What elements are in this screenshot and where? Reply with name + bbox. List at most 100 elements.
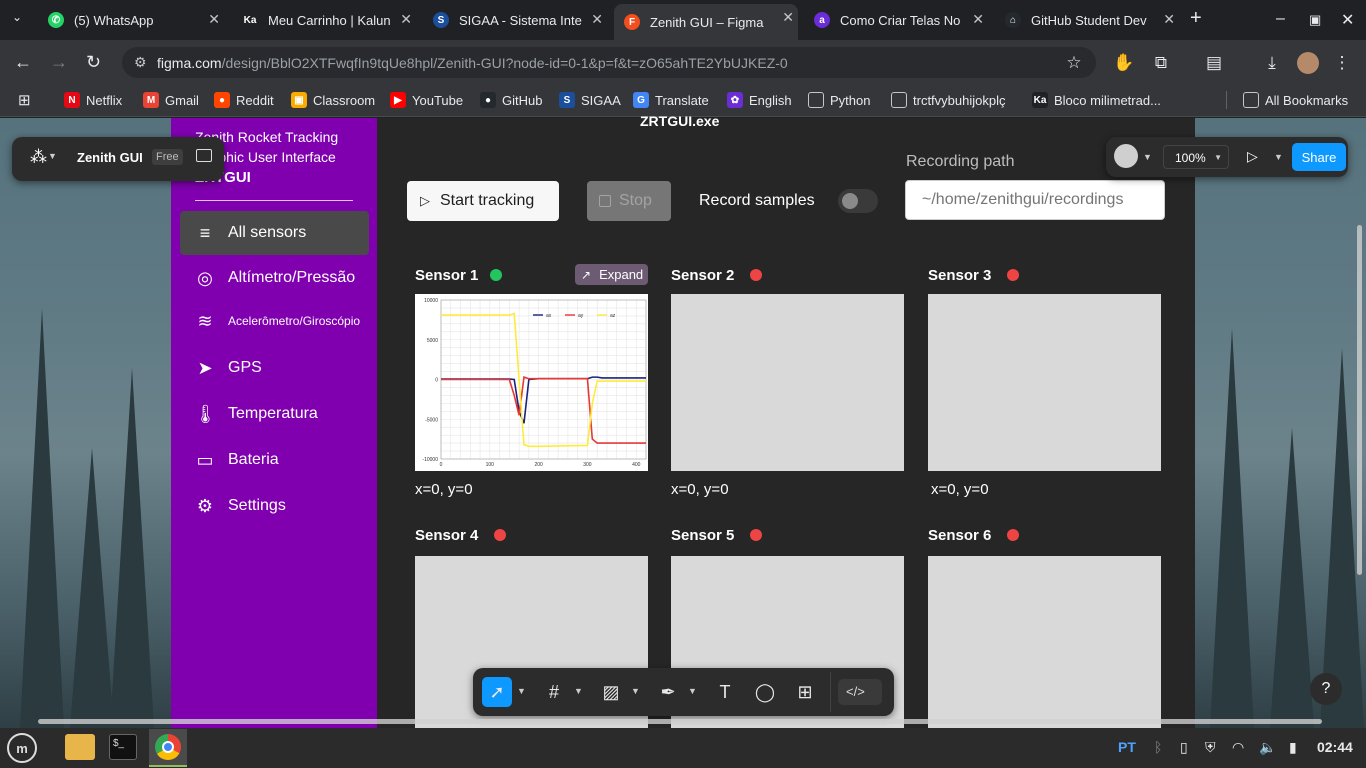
apps-grid-icon[interactable]: ⊞	[18, 91, 31, 109]
sensor-panel[interactable]	[928, 294, 1161, 471]
tab-close-icon[interactable]: ✕	[782, 9, 794, 26]
vertical-scrollbar[interactable]	[1357, 225, 1362, 575]
bookmark-item[interactable]: ✿ English	[727, 92, 792, 108]
recording-path-input[interactable]	[905, 180, 1165, 220]
browser-tab[interactable]: S SIGAA - Sistema Inte ✕	[423, 6, 607, 34]
wifi-icon[interactable]: ◠	[1232, 739, 1244, 756]
text-tool-icon[interactable]: T	[711, 678, 739, 706]
record-samples-toggle[interactable]	[838, 189, 878, 213]
sidebar-item-5[interactable]: ▭ Bateria	[180, 438, 369, 482]
tab-search-button[interactable]: ⌄	[12, 10, 22, 24]
start-tracking-button[interactable]: ▷ Start tracking	[407, 181, 559, 221]
reload-button[interactable]: ↻	[86, 52, 101, 72]
move-tool-icon[interactable]: ➚	[483, 678, 511, 706]
browser-tab[interactable]: Ka Meu Carrinho | Kalun ✕	[232, 6, 416, 34]
bluetooth-icon[interactable]: ᛒ	[1154, 739, 1162, 755]
bookmark-item[interactable]: trctfvybuhijokplç	[891, 92, 1005, 108]
pen-tool-icon[interactable]: ✒	[654, 678, 682, 706]
frame-tool-icon[interactable]: #	[540, 678, 568, 706]
forward-button[interactable]: →	[50, 52, 68, 72]
url-text[interactable]: figma.com/design/BblO2XTFwqfIn9tqUe8hpl/…	[157, 55, 788, 71]
folder-icon	[1243, 92, 1259, 108]
horizontal-scrollbar[interactable]	[38, 719, 1322, 724]
user-avatar[interactable]	[1114, 144, 1138, 168]
browser-tab[interactable]: a Como Criar Telas No ✕	[804, 6, 988, 34]
clipboard-icon[interactable]: ▯	[1180, 739, 1188, 756]
sidebar-item-4[interactable]: 🌡 Temperatura	[180, 392, 369, 436]
sidebar-item-2[interactable]: ≋ Acelerômetro/Giroscópio	[180, 299, 369, 343]
chevron-down-icon[interactable]: ▼	[48, 151, 57, 161]
chevron-down-icon[interactable]: ▼	[574, 686, 583, 696]
new-tab-button[interactable]: +	[1190, 7, 1202, 30]
stop-button[interactable]: Stop	[587, 181, 671, 221]
back-button[interactable]: ←	[14, 52, 32, 72]
bookmark-item[interactable]: Ka Bloco milimetrad...	[1032, 92, 1161, 108]
resources-tool-icon[interactable]: ⊞	[791, 678, 819, 706]
sensor-panel[interactable]	[928, 556, 1161, 728]
profile-avatar[interactable]	[1297, 52, 1319, 74]
maximize-button[interactable]: ▣	[1309, 12, 1321, 28]
bookmark-item[interactable]: Python	[808, 92, 870, 108]
mint-menu-icon[interactable]: m	[7, 733, 37, 763]
chevron-down-icon[interactable]: ▼	[1274, 152, 1283, 162]
image-tool-icon[interactable]: ▨	[597, 678, 625, 706]
tab-close-icon[interactable]: ✕	[208, 11, 220, 28]
help-button[interactable]: ?	[1310, 673, 1342, 705]
sidebar-item-3[interactable]: ➤ GPS	[180, 346, 369, 390]
bookmark-item[interactable]: ● Reddit	[214, 92, 274, 108]
frame-label[interactable]: ZRTGUI.exe	[640, 113, 719, 129]
bookmark-item[interactable]: ▶ YouTube	[390, 92, 463, 108]
sidebar-item-0[interactable]: ≡ All sensors	[180, 211, 369, 255]
tab-close-icon[interactable]: ✕	[972, 11, 984, 28]
bookmark-item[interactable]: G Translate	[633, 92, 709, 108]
browser-tab[interactable]: ✆ (5) WhatsApp ✕	[38, 6, 224, 34]
figma-menu-icon[interactable]: ⁂	[30, 147, 47, 167]
bookmark-item[interactable]: S SIGAA	[559, 92, 621, 108]
volume-icon[interactable]: 🔈	[1259, 739, 1276, 756]
expand-button[interactable]: ↗ Expand	[575, 264, 648, 285]
downloads-icon[interactable]: ⤓	[1261, 52, 1283, 74]
file-manager-icon[interactable]	[65, 734, 95, 760]
reading-list-icon[interactable]: ▤	[1203, 52, 1225, 74]
extensions-puzzle-icon[interactable]: ⧉	[1150, 52, 1172, 74]
bookmark-star-icon[interactable]: ☆	[1063, 52, 1085, 74]
minimize-button[interactable]: –	[1276, 10, 1285, 28]
tab-close-icon[interactable]: ✕	[400, 11, 412, 28]
url-host: figma.com	[157, 55, 222, 71]
sensor-1-chart[interactable]: 1000050000-5000-100000 100 200 300 400ax ay az	[415, 294, 648, 471]
extension-icon[interactable]: ✋	[1113, 52, 1135, 74]
sensor-title: Sensor 6	[928, 527, 992, 544]
present-play-icon[interactable]: ▷	[1247, 148, 1258, 165]
comment-tool-icon[interactable]: ◯	[751, 678, 779, 706]
zoom-dropdown[interactable]: 100% ▼	[1163, 145, 1229, 169]
chevron-down-icon[interactable]: ▼	[1143, 152, 1152, 162]
file-name[interactable]: Zenith GUI	[77, 150, 143, 165]
shield-icon[interactable]: ⛨	[1205, 739, 1216, 756]
site-info-icon[interactable]: ⚙	[134, 54, 147, 71]
chevron-down-icon[interactable]: ▼	[688, 686, 697, 696]
tab-close-icon[interactable]: ✕	[591, 11, 603, 28]
sensor-panel[interactable]	[671, 294, 904, 471]
bookmark-item[interactable]: ▣ Classroom	[291, 92, 375, 108]
share-button[interactable]: Share	[1292, 143, 1346, 171]
keyboard-layout[interactable]: PT	[1118, 739, 1136, 755]
sidebar-item-6[interactable]: ⚙ Settings	[180, 484, 369, 528]
terminal-icon[interactable]: $_	[109, 734, 137, 760]
sidebar-item-1[interactable]: ◎ Altímetro/Pressão	[180, 256, 369, 300]
bookmark-item[interactable]: N Netflix	[64, 92, 122, 108]
chrome-menu-icon[interactable]: ⋮	[1331, 52, 1353, 74]
toggle-sidebar-icon[interactable]	[196, 149, 212, 162]
close-window-button[interactable]: ✕	[1341, 10, 1354, 30]
browser-tab[interactable]: F Zenith GUI – Figma ✕	[614, 4, 798, 40]
chevron-down-icon[interactable]: ▼	[631, 686, 640, 696]
all-bookmarks-folder[interactable]: All Bookmarks	[1243, 92, 1348, 108]
dev-mode-toggle[interactable]: </>	[838, 679, 882, 705]
chevron-down-icon: ▼	[1214, 153, 1222, 162]
browser-tab[interactable]: ⌂ GitHub Student Dev ✕	[995, 6, 1179, 34]
bookmark-icon: ●	[480, 92, 496, 108]
battery-icon[interactable]: ▮	[1289, 739, 1297, 756]
bookmark-item[interactable]: M Gmail	[143, 92, 199, 108]
bookmark-item[interactable]: ● GitHub	[480, 92, 542, 108]
tab-close-icon[interactable]: ✕	[1163, 11, 1175, 28]
chevron-down-icon[interactable]: ▼	[517, 686, 526, 696]
